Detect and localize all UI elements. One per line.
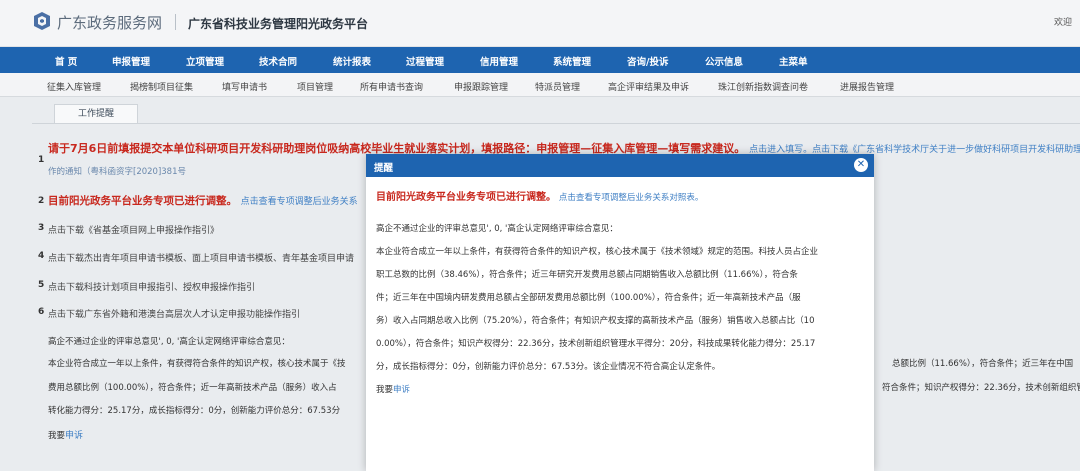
modal-eval-line: 职工总数的比例（38.46%），符合条件；近三年研究开发费用总额占同期销售收入总…	[376, 270, 798, 280]
bg-appeal-link[interactable]: 申诉	[65, 431, 83, 441]
close-icon[interactable]: ✕	[854, 158, 868, 172]
modal-eval-line: 本企业符合成立一年以上条件，有获得符合条件的知识产权，核心技术属于《技术领域》规…	[376, 247, 819, 257]
notice-number: 6	[38, 307, 45, 317]
notice-number: 2	[38, 196, 45, 206]
subnav-bounty-collection[interactable]: 揭榜制项目征集	[130, 80, 193, 93]
tab-work-reminder[interactable]: 工作提醒	[54, 104, 138, 123]
nav-project-approval[interactable]: 立项管理	[186, 54, 224, 68]
subnav-fill-application[interactable]: 填写申请书	[222, 80, 267, 93]
subnav-tracking[interactable]: 申报跟踪管理	[454, 80, 508, 93]
site-title: 广东省科技业务管理阳光政务平台	[188, 17, 369, 31]
notice-number: 5	[38, 280, 45, 290]
portal-logo-icon	[34, 12, 50, 30]
portal-name[interactable]: 广东政务服务网	[57, 12, 162, 33]
bg-eval-line: 转化能力得分：25.17分，成长指标得分：0分，创新能力评价总分：67.53分	[48, 406, 341, 416]
modal-notice-text: 目前阳光政务平台业务专项已进行调整。	[376, 192, 556, 203]
modal-eval-line: 务）收入占同期总收入比例（75.20%），符合条件；有知识产权支撑的高新技术产品…	[376, 316, 815, 326]
bg-eval-line: 总额比例（11.66%），符合条件；近三年在中国	[892, 359, 1074, 369]
subnav-innovation-survey[interactable]: 珠江创新指数调查问卷	[718, 80, 808, 93]
notice-number: 1	[38, 155, 45, 165]
nav-public-info[interactable]: 公示信息	[705, 54, 743, 68]
modal-appeal-prefix: 我要	[376, 385, 394, 395]
subnav-collection[interactable]: 征集入库管理	[47, 80, 101, 93]
modal-eval-line: 件；近三年在中国境内研发费用总额占全部研发费用总额比例（100.00%），符合条…	[376, 293, 801, 303]
nav-tech-contract[interactable]: 技术合同	[259, 54, 297, 68]
modal-eval-title: 高企不通过企业的评审总意见', 0, '高企认定网络评审综合意见：	[376, 224, 618, 234]
notice-5-link[interactable]: 点击下载科技计划项目申报指引、授权申报操作指引	[48, 280, 255, 293]
tab-underline	[32, 123, 1080, 124]
nav-consult-complaint[interactable]: 咨询/投诉	[627, 54, 668, 68]
notice-2-link[interactable]: 点击查看专项调整后业务关系	[241, 197, 358, 207]
bg-appeal: 我要申诉	[48, 428, 83, 441]
notice-number: 4	[38, 251, 45, 261]
nav-main-menu[interactable]: 主菜单	[779, 54, 808, 68]
nav-home[interactable]: 首 页	[55, 54, 77, 68]
notice-2-text: 目前阳光政务平台业务专项已进行调整。	[48, 195, 237, 207]
subnav-progress-report[interactable]: 进展报告管理	[840, 80, 894, 93]
modal-title: 提醒	[374, 163, 394, 174]
notice-3-link[interactable]: 点击下载《省基金项目网上申报操作指引》	[48, 223, 219, 236]
modal-notice-link[interactable]: 点击查看专项调整后业务关系对照表。	[559, 193, 704, 203]
sub-navigation: 征集入库管理 揭榜制项目征集 填写申请书 项目管理 所有申请书查询 申报跟踪管理…	[0, 73, 1080, 97]
modal-header: 提醒 ✕	[366, 154, 874, 177]
bg-eval-line: 本企业符合成立一年以上条件，有获得符合条件的知识产权，核心技术属于《技	[48, 359, 346, 369]
subnav-review-results[interactable]: 高企评审结果及申诉	[608, 80, 689, 93]
notice-1-sublink[interactable]: 作的通知（粤科函资字[2020]381号	[48, 165, 186, 177]
main-navigation: 首 页 申报管理 立项管理 技术合同 统计报表 过程管理 信用管理 系统管理 咨…	[0, 47, 1080, 73]
modal-notice: 目前阳光政务平台业务专项已进行调整。 点击查看专项调整后业务关系对照表。	[376, 188, 866, 203]
modal-appeal-link[interactable]: 申诉	[393, 385, 410, 395]
notice-number: 3	[38, 223, 45, 233]
modal-body: 目前阳光政务平台业务专项已进行调整。 点击查看专项调整后业务关系对照表。 高企不…	[376, 188, 866, 395]
modal-appeal: 我要申诉	[376, 383, 410, 395]
welcome-text: 欢迎	[1053, 18, 1072, 28]
nav-credit-management[interactable]: 信用管理	[480, 54, 518, 68]
nav-statistics[interactable]: 统计报表	[333, 54, 371, 68]
top-header: 广东政务服务网 广东省科技业务管理阳光政务平台 欢迎	[0, 0, 1080, 47]
subnav-commissioner[interactable]: 特派员管理	[535, 80, 580, 93]
bg-eval-line: 符合条件；知识产权得分：22.36分，技术创新组织管	[882, 383, 1080, 393]
nav-process-management[interactable]: 过程管理	[406, 54, 444, 68]
subnav-project-management[interactable]: 项目管理	[297, 80, 333, 93]
modal-eval-line: 分，成长指标得分：0分，创新能力评价总分：67.53分。该企业情况不符合高企认定…	[376, 362, 721, 372]
nav-application-management[interactable]: 申报管理	[112, 54, 150, 68]
header-divider	[175, 14, 176, 30]
subnav-application-query[interactable]: 所有申请书查询	[360, 80, 423, 93]
notice-4-link[interactable]: 点击下载杰出青年项目申请书模板、面上项目申请书模板、青年基金项目申请	[48, 251, 354, 264]
nav-system-management[interactable]: 系统管理	[553, 54, 591, 68]
notice-6-link[interactable]: 点击下载广东省外籍和港澳台高层次人才认定申报功能操作指引	[48, 307, 300, 320]
bg-appeal-prefix: 我要	[48, 431, 66, 441]
modal-eval-line: 0.00%），符合条件；知识产权得分：22.36分，技术创新组织管理水平得分：2…	[376, 339, 816, 349]
notice-2-title: 目前阳光政务平台业务专项已进行调整。 点击查看专项调整后业务关系	[48, 193, 358, 208]
bg-eval-line: 费用总额比例（100.00%），符合条件；近一年高新技术产品（服务）收入占	[48, 383, 337, 393]
bg-eval-title: 高企不通过企业的评审总意见', 0, '高企认定网络评审综合意见：	[48, 337, 290, 347]
reminder-modal: 提醒 ✕ 目前阳光政务平台业务专项已进行调整。 点击查看专项调整后业务关系对照表…	[366, 154, 874, 471]
